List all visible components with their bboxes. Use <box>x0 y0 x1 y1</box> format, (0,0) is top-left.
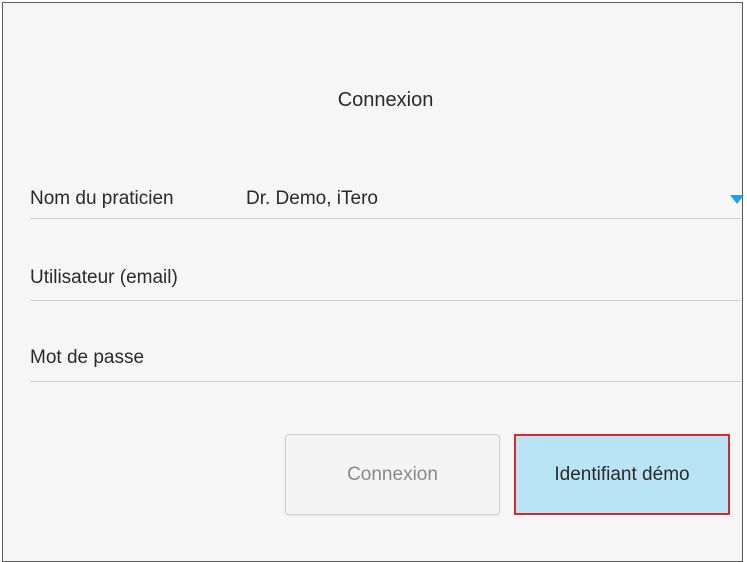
login-panel: Connexion Nom du praticien Dr. Demo, iTe… <box>2 2 744 562</box>
password-field[interactable]: Mot de passe <box>30 323 740 382</box>
login-button[interactable]: Connexion <box>285 434 500 515</box>
password-label: Mot de passe <box>30 347 145 368</box>
email-label: Utilisateur (email) <box>30 267 178 288</box>
email-field[interactable]: Utilisateur (email) <box>30 243 740 301</box>
demo-login-button[interactable]: Identifiant démo <box>514 434 730 515</box>
chevron-down-icon[interactable] <box>730 195 744 204</box>
practitioner-select[interactable]: Nom du praticien Dr. Demo, iTero <box>30 163 744 219</box>
practitioner-value: Dr. Demo, iTero <box>246 188 378 209</box>
practitioner-label: Nom du praticien <box>30 188 174 209</box>
page-title: Connexion <box>337 89 434 111</box>
